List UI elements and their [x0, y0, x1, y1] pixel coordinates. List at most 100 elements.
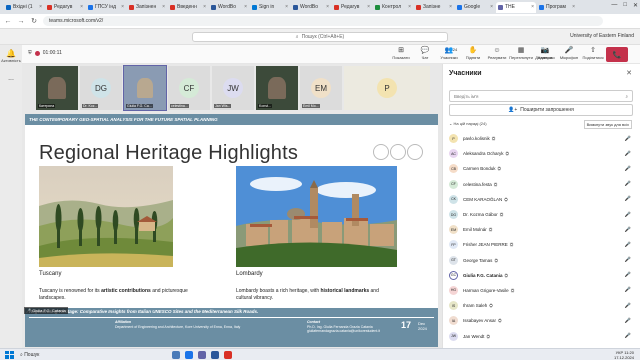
tab-favicon-icon [88, 4, 93, 10]
mic-muted-icon[interactable]: 🎤 [625, 318, 631, 324]
meeting-tool-button[interactable]: ✋ Підняти [462, 47, 484, 62]
mic-muted-icon[interactable]: 🎤 [625, 303, 631, 309]
meeting-tool-button[interactable]: ▦ Переглянути [509, 47, 533, 62]
mute-all-button[interactable]: Вимкнути звук для всіх [583, 120, 632, 129]
participant-row[interactable]: EM Emil Molnár ⛭ 🎤 [447, 222, 635, 237]
participant-tile[interactable]: DG Dr. Koz... [80, 66, 122, 110]
reload-icon[interactable]: ↻ [30, 17, 38, 25]
close-tab-icon[interactable]: × [39, 4, 42, 10]
close-tab-icon[interactable]: × [531, 4, 534, 10]
participant-row[interactable]: FP Frisher JEAN PIERRE ⛭ 🎤 [447, 237, 635, 252]
browser-tab[interactable]: Вхідні (1 × [4, 2, 44, 13]
browser-tab[interactable]: WordBo × [209, 2, 249, 13]
browser-tab[interactable]: Контрол × [373, 2, 413, 13]
close-icon[interactable]: ✕ [626, 69, 632, 77]
word-icon[interactable] [211, 351, 219, 359]
close-tab-icon[interactable]: × [285, 4, 288, 10]
close-tab-icon[interactable]: × [326, 4, 329, 10]
back-arrow-icon[interactable]: ← [4, 17, 12, 25]
mic-muted-icon[interactable]: 🎤 [625, 257, 631, 263]
browser-tab[interactable]: WordBo × [291, 2, 331, 13]
minimize-button[interactable]: — [611, 2, 617, 9]
participant-name: Harman Grigore-Vasile [463, 287, 509, 293]
participant-row[interactable]: HG Harman Grigore-Vasile ⛭ 🎤 [447, 283, 635, 298]
participant-tile[interactable]: Konst... [256, 66, 298, 110]
meeting-tool-button[interactable]: 👥 Учасники 24 [438, 47, 460, 62]
browser-tab[interactable]: Google × [455, 2, 495, 13]
close-tab-icon[interactable]: × [449, 4, 452, 10]
participant-tile[interactable]: JW Jan Wis... [212, 66, 254, 110]
rail-item-activity[interactable]: 🔔 Активність [0, 45, 22, 67]
mic-muted-icon[interactable]: 🎤 [625, 272, 631, 278]
browser-tab[interactable]: Програм × [537, 2, 577, 13]
mic-muted-icon[interactable]: 🎤 [625, 333, 631, 339]
mic-muted-icon[interactable]: 🎤 [625, 166, 631, 172]
close-tab-icon[interactable]: × [367, 4, 370, 10]
meeting-tool-button[interactable]: 💬 Чат [414, 47, 436, 62]
teams-search-input[interactable]: ⌕ Пошук (Ctrl+Alt+E) [192, 32, 448, 42]
close-tab-icon[interactable]: × [121, 4, 124, 10]
participant-row[interactable]: GC Giulia F.G. Catania ⛭ 🎤 [447, 268, 635, 283]
participant-row[interactable]: CB Carmen Bonduk ⛭ 🎤 [447, 161, 635, 176]
close-tab-icon[interactable]: × [490, 4, 493, 10]
close-tab-icon[interactable]: × [408, 4, 411, 10]
windows-start-icon[interactable] [4, 350, 14, 360]
mic-muted-icon[interactable]: 🎤 [625, 242, 631, 248]
participant-tile[interactable]: Катерина [36, 66, 78, 110]
participant-tile[interactable]: CF celestina... [168, 66, 210, 110]
browser-tab[interactable]: Введенн × [168, 2, 208, 13]
participant-row[interactable]: Ppavlo.kolisnik ⛭ 🎤 [447, 131, 635, 146]
participant-row[interactable]: JW Jan Wendt ⛭ 🎤 [447, 328, 635, 343]
browser-tab[interactable]: Редагув × [45, 2, 85, 13]
close-tab-icon[interactable]: × [162, 4, 165, 10]
mic-muted-icon[interactable]: 🎤 [625, 196, 631, 202]
browser-tab[interactable]: Запізне × [414, 2, 454, 13]
media-tool-button[interactable]: 🎤 Мікрофон [558, 47, 580, 62]
close-tab-icon[interactable]: × [80, 4, 83, 10]
close-tab-icon[interactable]: × [244, 4, 247, 10]
participant-row[interactable]: DG Dr. Kozma Gábor ⛭ 🎤 [447, 207, 635, 222]
maximize-button[interactable]: □ [623, 2, 627, 9]
acrobat-icon[interactable] [224, 351, 232, 359]
participant-search-input[interactable]: Введіть ім'я ⌕ [449, 90, 633, 102]
forward-arrow-icon[interactable]: → [17, 17, 25, 25]
mic-muted-icon[interactable]: 🎤 [625, 151, 631, 157]
mic-muted-icon[interactable]: 🎤 [625, 212, 631, 218]
close-tab-icon[interactable]: × [203, 4, 206, 10]
browser-tab[interactable]: Запізнен × [127, 2, 167, 13]
meeting-tool-button[interactable]: ⊞ Показати [390, 47, 412, 62]
system-tray[interactable]: УКР 11:20 17.12.2024 [614, 350, 634, 360]
mic-muted-icon[interactable]: 🎤 [625, 181, 631, 187]
taskbar-search[interactable]: ⌕ Пошук [20, 352, 39, 358]
participants-section-header[interactable]: ⌄ На цій нараді (24) [449, 121, 487, 126]
teams-icon[interactable] [198, 351, 206, 359]
leave-call-button[interactable]: 📞 [606, 47, 628, 62]
participant-row[interactable]: CF celestina.festa ⛭ 🎤 [447, 177, 635, 192]
file-explorer-icon[interactable] [172, 351, 180, 359]
participant-row[interactable]: IS Ihram Saleh ⛭ 🎤 [447, 298, 635, 313]
mic-muted-icon[interactable]: 🎤 [625, 136, 631, 142]
participant-row[interactable]: GT George Tamas ⛭ 🎤 [447, 253, 635, 268]
mic-muted-icon[interactable]: 🎤 [625, 287, 631, 293]
mic-muted-icon[interactable]: 🎤 [625, 227, 631, 233]
browser-tab[interactable]: Редагув × [332, 2, 372, 13]
rail-item-more[interactable]: ... [0, 67, 22, 89]
participant-row[interactable]: IA Issabayev Ansar ⛭ 🎤 [447, 313, 635, 328]
org-name[interactable]: University of Eastern Finland [570, 33, 634, 39]
browser-tab[interactable]: Sign in × [250, 2, 290, 13]
meeting-tool-button[interactable]: ☺ Реагувати [486, 47, 508, 62]
participant-row[interactable]: AC Aleksandra Ocharyk ⛭ 🎤 [447, 146, 635, 161]
participant-tile[interactable]: Giulia F.G. Ca... [123, 65, 167, 111]
media-tool-button[interactable]: ⇧ Поділитися [582, 47, 604, 62]
participant-tile[interactable]: P [344, 66, 430, 110]
chrome-icon[interactable] [185, 351, 193, 359]
close-window-button[interactable]: ✕ [633, 2, 638, 9]
browser-tab[interactable]: ГПСУ інд × [86, 2, 126, 13]
share-invite-button[interactable]: 👤+ Поширити запрошення [449, 104, 633, 116]
participant-row[interactable]: CK CEM KARAOĞLAN ⛭ 🎤 [447, 192, 635, 207]
media-tool-button[interactable]: 📷 Камера [534, 47, 556, 62]
browser-tab[interactable]: THE × [496, 1, 536, 13]
close-tab-icon[interactable]: × [572, 4, 575, 10]
url-input[interactable]: teams.microsoft.com/v2/ [43, 16, 603, 26]
participant-tile[interactable]: EM Emil Mo... [300, 66, 342, 110]
